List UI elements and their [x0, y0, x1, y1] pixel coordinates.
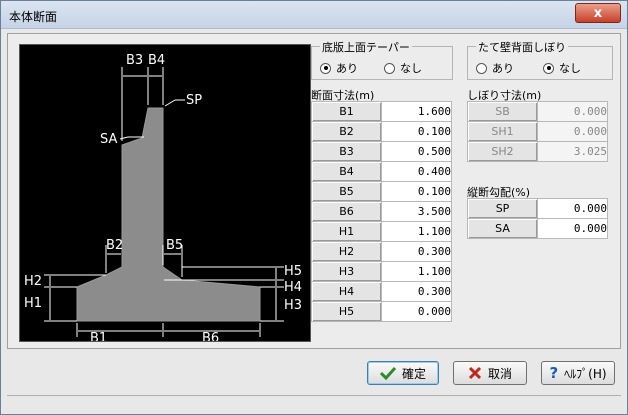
slope-key-sp: SP [467, 198, 538, 219]
dim-value-h5[interactable]: 0.000 [381, 301, 452, 322]
dim-value-b3[interactable]: 0.500 [381, 141, 452, 162]
dim-key-b6: B6 [311, 201, 382, 222]
radio-empty-icon [384, 62, 395, 74]
label-h1: H1 [24, 296, 42, 311]
table-row: B4 0.400 [311, 161, 452, 182]
slope-key-sa: SA [467, 218, 538, 239]
label-b4: B4 [148, 53, 165, 68]
table-row: SP 0.000 [467, 198, 608, 219]
taper-key-sh2: SH2 [467, 141, 538, 162]
dim-value-h4[interactable]: 0.300 [381, 281, 452, 302]
table-row: B5 0.100 [311, 181, 452, 202]
label-b1: B1 [90, 331, 107, 341]
table-row: H2 0.300 [311, 241, 452, 262]
status-bar [7, 395, 621, 409]
table-row: SH1 0.000 [467, 121, 608, 142]
label-b3: B3 [126, 53, 143, 68]
taper-value-sb: 0.000 [537, 101, 608, 122]
dim-value-b2[interactable]: 0.100 [381, 121, 452, 142]
dim-key-h5: H5 [311, 301, 382, 322]
radio-label: なし [559, 62, 581, 75]
dim-key-b1: B1 [311, 101, 382, 122]
radio-selected-icon [543, 62, 554, 74]
close-icon: x [593, 5, 603, 21]
radio-label: あり [492, 62, 514, 75]
bottom-slab-taper-no-radio[interactable]: なし [384, 60, 422, 76]
radio-selected-icon [320, 62, 331, 74]
x-icon [468, 366, 482, 380]
dim-value-b6[interactable]: 3.500 [381, 201, 452, 222]
dim-key-b4: B4 [311, 161, 382, 182]
table-row: H1 1.100 [311, 221, 452, 242]
dim-key-b3: B3 [311, 141, 382, 162]
dialog-window: 本体断面 x B3 B4 SP SA B2 B5 H5 H2 H4 H1 H3 … [0, 0, 628, 415]
taper-value-sh2: 3.025 [537, 141, 608, 162]
title-bar: 本体断面 x [1, 1, 627, 29]
slope-value-sa[interactable]: 0.000 [537, 218, 608, 239]
dim-value-b4[interactable]: 0.400 [381, 161, 452, 182]
label-b2: B2 [106, 238, 123, 253]
ok-button[interactable]: 確定 [367, 361, 439, 385]
table-row: B6 3.500 [311, 201, 452, 222]
cancel-button-label: 取消 [487, 366, 512, 381]
label-sp: SP [186, 93, 202, 108]
slope-value-sp[interactable]: 0.000 [537, 198, 608, 219]
table-row: H3 1.100 [311, 261, 452, 282]
section-figure: B3 B4 SP SA B2 B5 H5 H2 H4 H1 H3 B1 B6 [19, 44, 311, 346]
table-row: SA 0.000 [467, 218, 608, 239]
question-icon: ? [549, 364, 559, 382]
table-row: H4 0.300 [311, 281, 452, 302]
taper-dims-table: SB 0.000 SH1 0.000 SH2 3.025 [467, 101, 608, 162]
label-h5: H5 [284, 264, 302, 279]
dialog-content: B3 B4 SP SA B2 B5 H5 H2 H4 H1 H3 B1 B6 底… [7, 33, 621, 349]
bottom-slab-taper-yes-radio[interactable]: あり [320, 60, 358, 76]
dim-value-h1[interactable]: 1.100 [381, 221, 452, 242]
close-button[interactable]: x [575, 3, 621, 23]
table-row: SB 0.000 [467, 101, 608, 122]
help-button[interactable]: ? ﾍﾙﾌﾟ(H) [541, 361, 615, 385]
table-row: SH2 3.025 [467, 141, 608, 162]
label-h2: H2 [24, 274, 42, 289]
label-h3: H3 [284, 298, 302, 313]
bottom-slab-taper-group: 底版上面テーパー あり なし [311, 39, 453, 80]
dim-key-h1: H1 [311, 221, 382, 242]
cancel-button[interactable]: 取消 [453, 361, 527, 385]
dim-value-b1[interactable]: 1.600 [381, 101, 452, 122]
dim-value-h2[interactable]: 0.300 [381, 241, 452, 262]
section-dims-table: B1 1.600 B2 0.100 B3 0.500 B4 0.400 B5 0.100 … [311, 101, 452, 322]
taper-key-sb: SB [467, 101, 538, 122]
table-row: B1 1.600 [311, 101, 452, 122]
back-wall-taper-group: たて壁背面しぼり あり なし [467, 39, 613, 80]
dim-value-b5[interactable]: 0.100 [381, 181, 452, 202]
check-icon [379, 366, 396, 380]
dim-key-b5: B5 [311, 181, 382, 202]
taper-value-sh1: 0.000 [537, 121, 608, 142]
help-button-label: ﾍﾙﾌﾟ(H) [564, 366, 607, 381]
back-wall-taper-no-radio[interactable]: なし [543, 60, 581, 76]
label-sa: SA [100, 132, 117, 147]
taper-key-sh1: SH1 [467, 121, 538, 142]
ok-button-label: 確定 [401, 366, 426, 381]
dim-key-h2: H2 [311, 241, 382, 262]
back-wall-taper-yes-radio[interactable]: あり [476, 60, 514, 76]
label-b5: B5 [166, 238, 183, 253]
dim-value-h3[interactable]: 1.100 [381, 261, 452, 282]
dim-key-h4: H4 [311, 281, 382, 302]
label-h4: H4 [284, 280, 302, 295]
dim-key-h3: H3 [311, 261, 382, 282]
table-row: B3 0.500 [311, 141, 452, 162]
bottom-slab-taper-legend: 底版上面テーパー [320, 39, 412, 55]
dim-key-b2: B2 [311, 121, 382, 142]
back-wall-taper-legend: たて壁背面しぼり [476, 39, 568, 55]
radio-empty-icon [476, 62, 487, 74]
window-title: 本体断面 [9, 10, 58, 24]
radio-label: あり [336, 62, 358, 75]
radio-label: なし [400, 62, 422, 75]
table-row: H5 0.000 [311, 301, 452, 322]
slope-table: SP 0.000 SA 0.000 [467, 198, 608, 239]
label-b6: B6 [202, 331, 219, 341]
section-drawing: B3 B4 SP SA B2 B5 H5 H2 H4 H1 H3 B1 B6 [24, 53, 302, 346]
table-row: B2 0.100 [311, 121, 452, 142]
